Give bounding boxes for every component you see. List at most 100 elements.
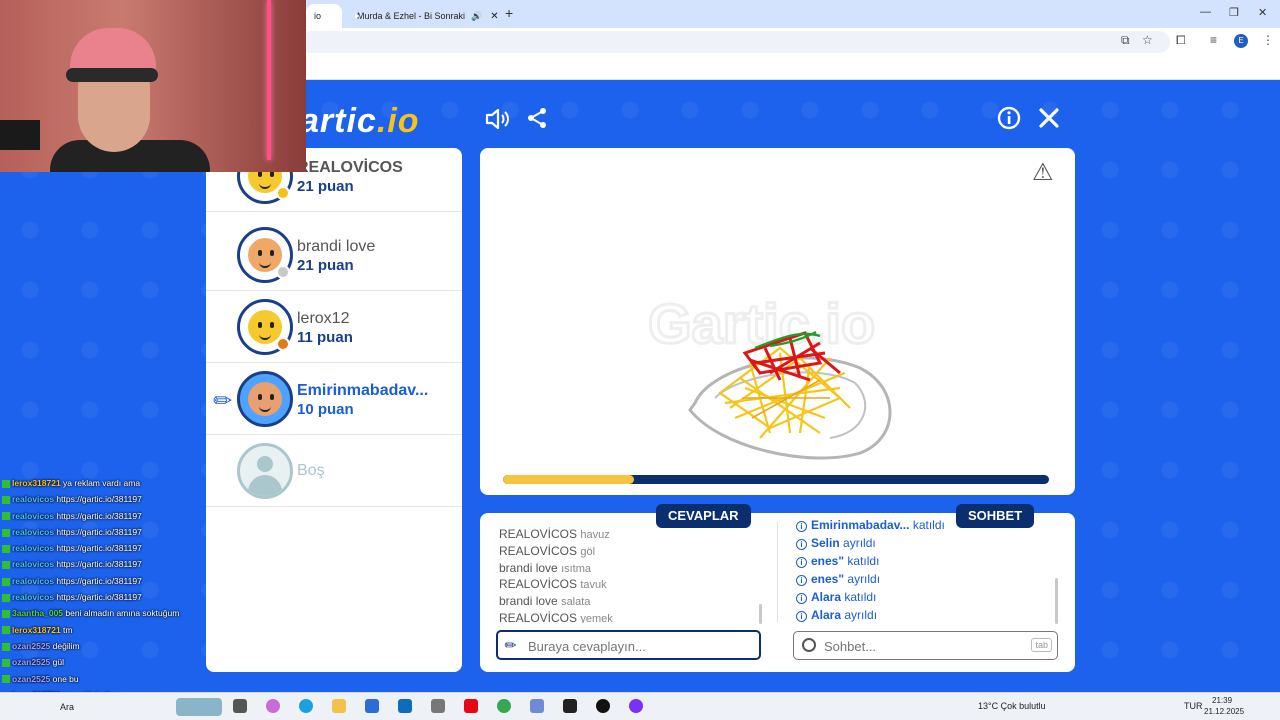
list-item: i enes" ayrıldı <box>796 572 1051 590</box>
app-icon[interactable] <box>629 699 643 713</box>
clock-date[interactable]: 21.12.2025 <box>1204 707 1244 716</box>
list-item: i Alara ayrıldı <box>796 608 1051 623</box>
stream-chat-message: https://gartic.io/381197 <box>54 592 142 603</box>
player-name: Emirinmabadav... <box>297 382 429 399</box>
empty-slot[interactable]: Boş <box>206 435 462 507</box>
taskbar-search[interactable]: Ara <box>60 702 74 712</box>
drawing-canvas[interactable]: Gartic.io <box>480 148 1075 495</box>
media-icon[interactable]: ≡ <box>1210 33 1217 47</box>
close-tab-icon[interactable]: ✕ <box>490 11 498 22</box>
report-warning-icon[interactable]: ⚠ <box>1032 158 1054 187</box>
close-window-button[interactable]: ✕ <box>1258 6 1267 19</box>
player-row[interactable]: brandi love 21 puan <box>206 219 462 291</box>
answers-title: CEVAPLAR <box>656 504 751 528</box>
weather-status[interactable]: 13°C Çok bulutlu <box>978 701 1046 711</box>
stream-chat-message: ya reklam vardı ama <box>60 478 141 488</box>
profile-avatar[interactable]: E <box>1234 34 1248 48</box>
info-icon: i <box>796 539 807 550</box>
list-item: brandi love ısıtma <box>499 560 592 575</box>
player-row-drawing[interactable]: Emirinmabadav... 10 puan <box>206 363 462 435</box>
stream-chat-user: 3aantha_005 <box>12 608 64 619</box>
answers-list: REALOVİCOS havuz REALOVİCOS göl brandi l… <box>499 527 757 623</box>
task-view-icon[interactable] <box>233 699 247 713</box>
stream-chat-user: lerox318721 <box>12 624 61 635</box>
stream-chat-message: https://gartic.io/381197 <box>54 494 142 505</box>
answer-input[interactable] <box>528 637 728 655</box>
status-badge <box>276 337 290 351</box>
address-bar[interactable] <box>300 31 1170 53</box>
player-row[interactable]: lerox12 11 puan <box>206 291 462 363</box>
minimize-button[interactable]: — <box>1200 6 1211 18</box>
list-item: i Selin ayrıldı <box>796 536 1051 554</box>
stream-chat-message: değilim <box>50 640 80 651</box>
stream-chat-overlay: lerox318721 ya reklam vardı ama realovico… <box>2 478 202 720</box>
stream-chat-user: realovicos <box>12 575 55 586</box>
stream-chat-line: realovicos https://gartic.io/381197 <box>2 559 202 575</box>
restore-button[interactable]: ❐ <box>1229 6 1239 19</box>
stream-chat-user: ozan2525 <box>12 640 51 651</box>
chat-scrollbar[interactable] <box>1055 578 1058 624</box>
copilot-icon[interactable] <box>266 699 280 713</box>
menu-icon[interactable]: ⋮ <box>1262 33 1274 47</box>
stream-chat-user: realovicos <box>12 592 55 603</box>
pencil-icon: ✎ <box>500 635 521 655</box>
status-badge <box>276 265 290 279</box>
answers-scrollbar[interactable] <box>759 604 762 624</box>
info-icon: i <box>796 575 807 586</box>
language-indicator[interactable]: TUR <box>1184 701 1203 711</box>
sound-icon[interactable] <box>482 106 512 136</box>
obs-icon[interactable] <box>596 699 610 713</box>
status-badge <box>276 186 290 200</box>
tab-gartic[interactable]: io <box>306 4 342 28</box>
tab-label: io <box>314 11 322 21</box>
outlook-icon[interactable] <box>398 699 412 713</box>
close-icon[interactable] <box>1034 106 1064 136</box>
stream-chat-user: realovicos <box>12 510 55 521</box>
stream-chat-line: 3aantha_005 beni almadın amına soktuğum <box>2 608 202 624</box>
stream-chat-user: realovicos <box>12 559 55 570</box>
share-icon[interactable] <box>522 106 552 136</box>
info-icon[interactable] <box>994 106 1024 136</box>
app-icon[interactable] <box>530 699 544 713</box>
epic-games-icon[interactable] <box>563 699 577 713</box>
widgets-icon[interactable] <box>176 698 222 716</box>
badge-icon <box>2 544 10 553</box>
tab-hint: tab <box>1031 638 1052 652</box>
player-score: 21 puan <box>297 257 354 274</box>
badge-icon <box>2 528 10 537</box>
file-explorer-icon[interactable] <box>332 699 346 713</box>
badge-icon <box>2 577 10 586</box>
extensions-icon[interactable]: ⧠ <box>1176 33 1186 48</box>
stream-chat-message: https://gartic.io/381197 <box>54 575 142 586</box>
list-item: i enes" katıldı <box>796 554 1051 572</box>
list-item: REALOVİCOS yemek <box>499 610 613 623</box>
cast-icon[interactable]: ⧉ <box>1121 33 1130 48</box>
netflix-icon[interactable] <box>464 699 478 713</box>
answer-field[interactable]: ✎ <box>496 630 761 660</box>
player-name: brandi love <box>297 238 376 255</box>
player-name: REALOVİCOS <box>297 159 403 176</box>
tab-youtube[interactable]: Murda & Ezhel - Bi Sonraki 🔊 ✕ <box>343 4 503 28</box>
chat-input[interactable] <box>824 637 1024 655</box>
stream-chat-user: lerox318721 <box>12 478 61 488</box>
badge-icon <box>2 675 10 684</box>
app-icon[interactable] <box>431 699 445 713</box>
list-item: REALOVİCOS göl <box>499 543 596 558</box>
new-tab-button[interactable]: + <box>505 5 513 21</box>
stream-chat-message: tm <box>60 624 73 635</box>
edge-icon[interactable] <box>299 699 313 713</box>
store-icon[interactable] <box>365 699 379 713</box>
stream-chat-message: https://gartic.io/381197 <box>54 526 142 537</box>
gartic-logo: artic.io <box>300 102 420 140</box>
webcam-overlay <box>0 0 306 172</box>
chrome-icon[interactable] <box>497 699 511 713</box>
clock-time[interactable]: 21:39 <box>1212 696 1232 705</box>
badge-icon <box>2 626 10 635</box>
bookmark-star-icon[interactable]: ☆ <box>1142 33 1153 47</box>
badge-icon <box>2 479 10 488</box>
stream-chat-message: gül <box>50 657 64 668</box>
stream-chat-user: ozan2525 <box>12 657 51 668</box>
divider <box>777 522 778 622</box>
speaker-icon[interactable]: 🔊 <box>471 11 482 22</box>
chat-field[interactable]: tab <box>793 631 1058 660</box>
